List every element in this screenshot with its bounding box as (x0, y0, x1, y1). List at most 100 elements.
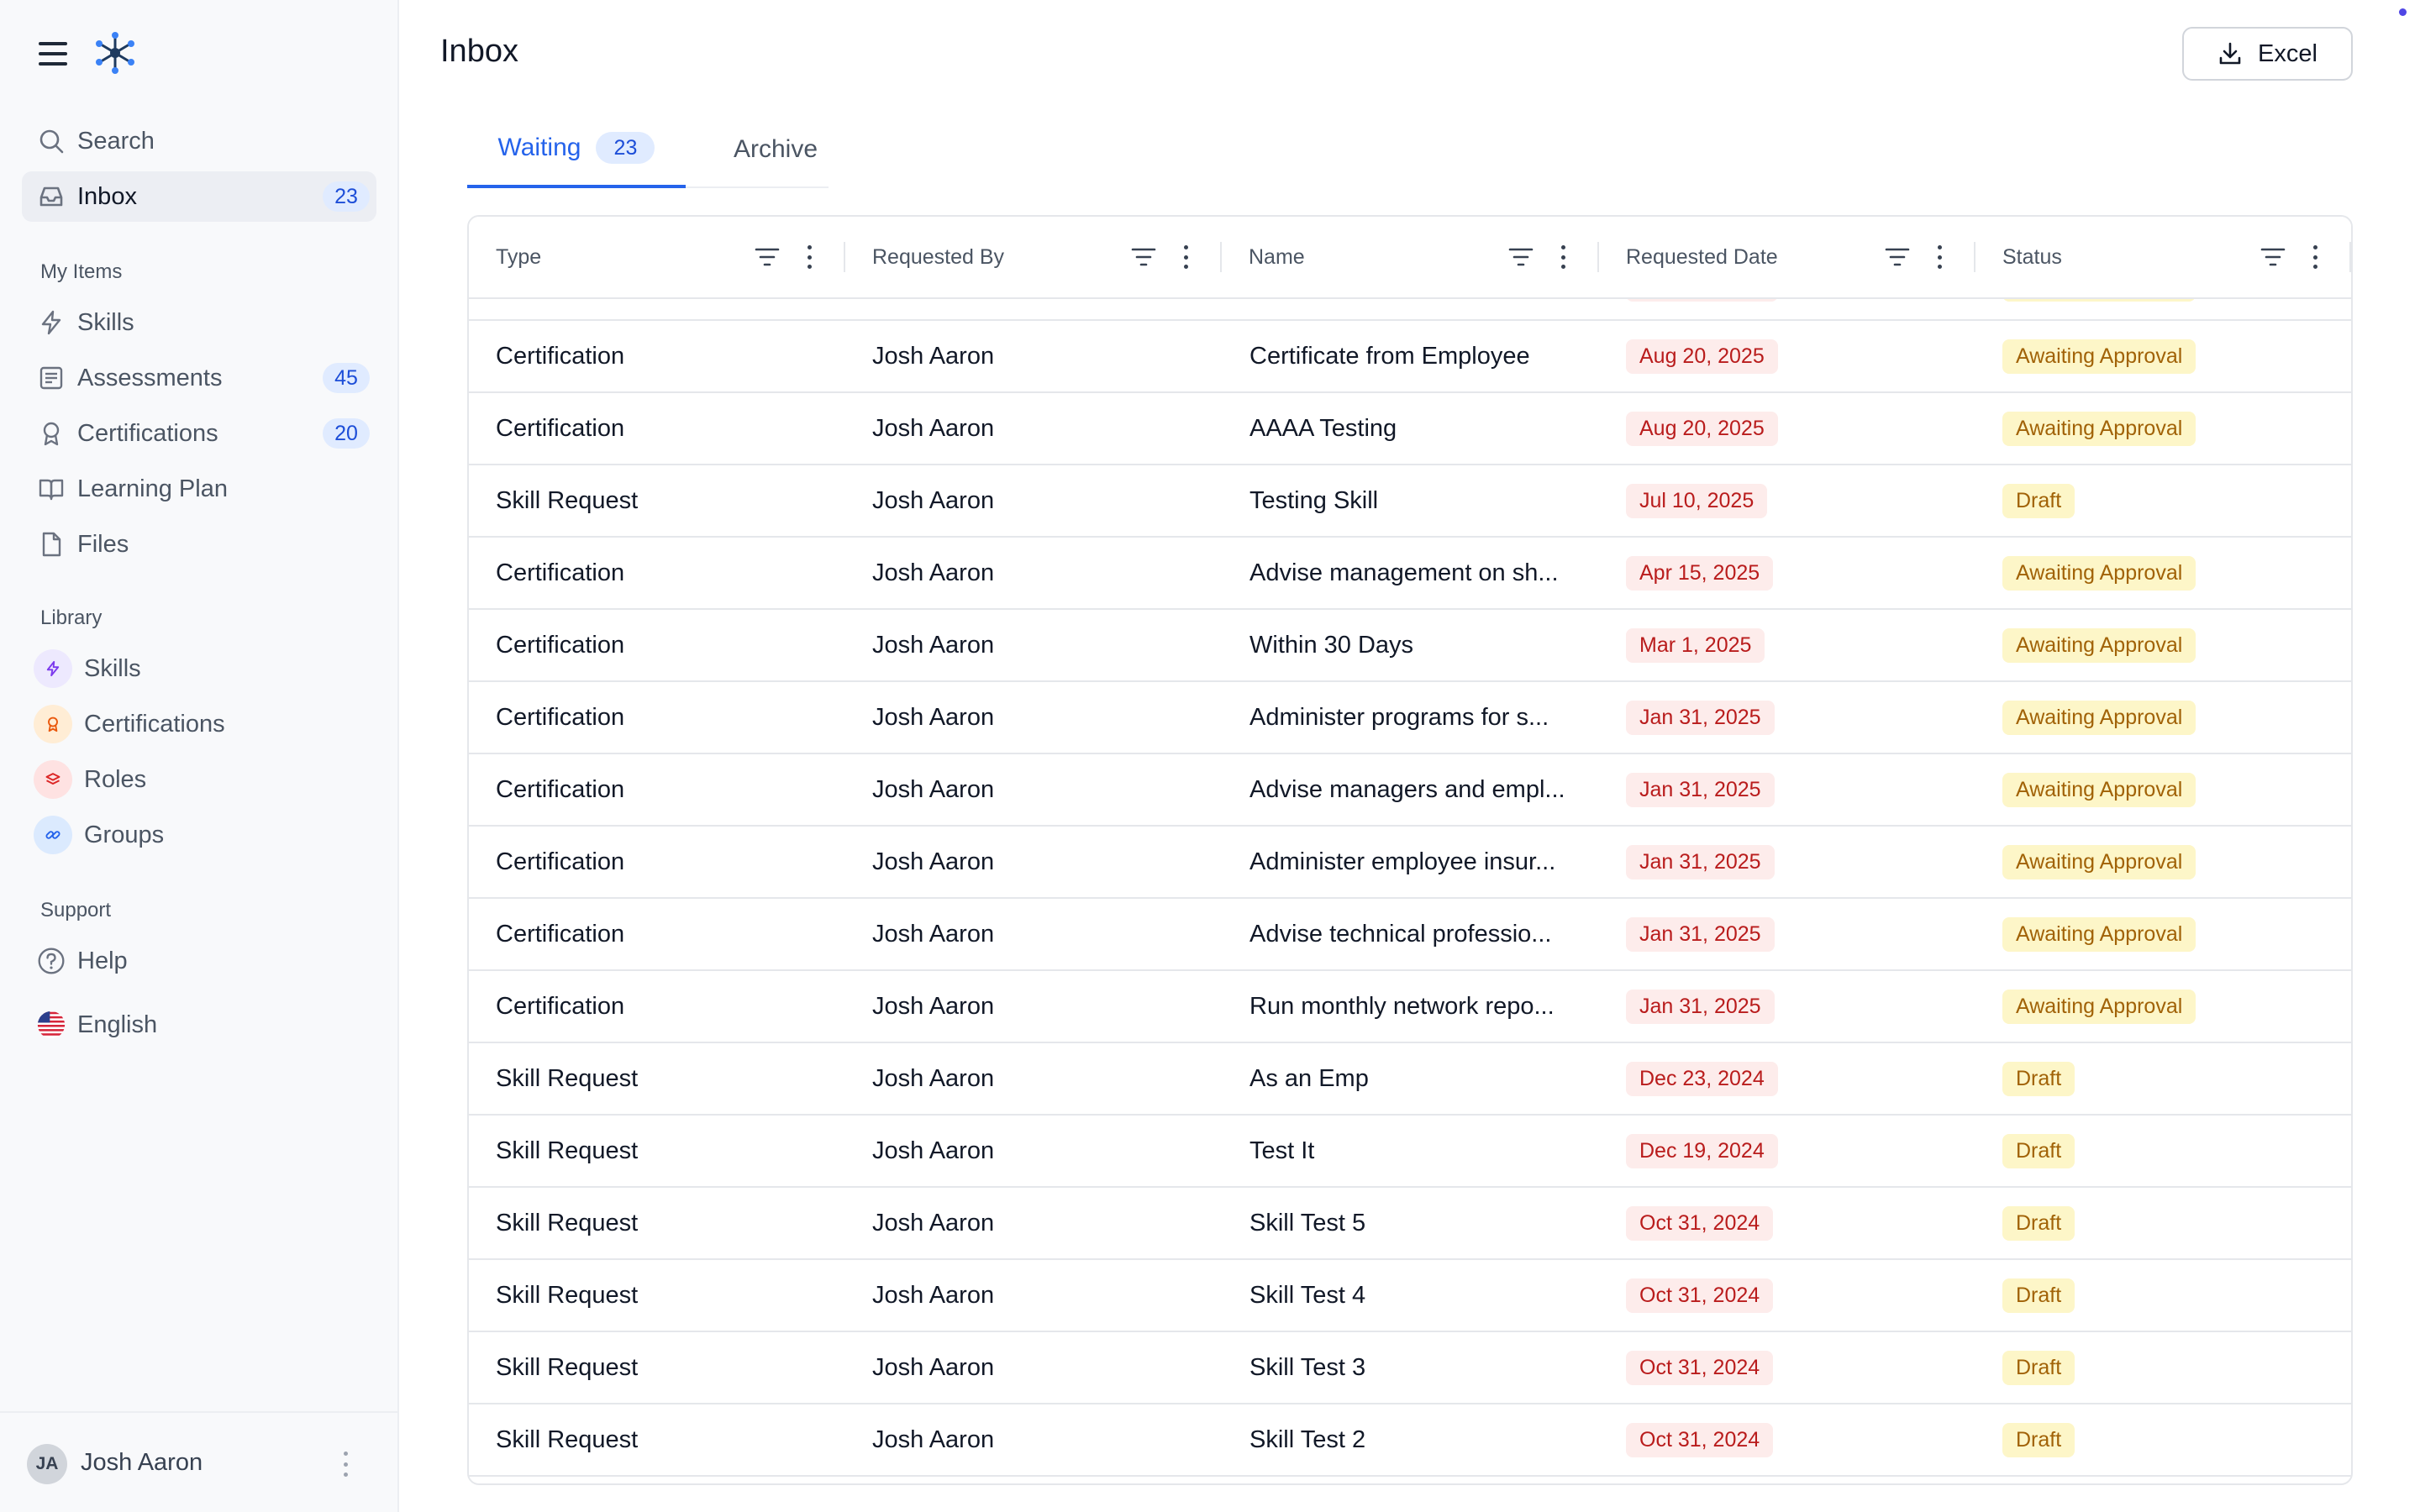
status-badge: Draft (2002, 1422, 2075, 1457)
cell-requested-by: Josh Aaron (872, 1209, 995, 1236)
cell-status: Awaiting Approval (2002, 393, 2196, 464)
sidebar-library-groups[interactable]: Groups (22, 810, 376, 860)
language-selector[interactable]: English (22, 1000, 376, 1050)
status-badge: Awaiting Approval (2002, 555, 2196, 591)
table-row[interactable]: Skill Request Josh Aaron Skill Test 4 Oct 3… (469, 1260, 2351, 1332)
ribbon-award-icon (34, 705, 72, 743)
filter-icon[interactable] (755, 245, 780, 269)
table-row[interactable]: Skill Request Josh Aaron Testing Skill Jul … (469, 465, 2351, 538)
cell-requested-by: Josh Aaron (872, 1064, 995, 1092)
column-resize-handle[interactable] (2349, 242, 2351, 272)
download-icon (2219, 42, 2241, 65)
sidebar-library-certifications[interactable]: Certifications (22, 699, 376, 749)
table-row[interactable]: Skill Request Josh Aaron Skill Test 3 Oct 3… (469, 1332, 2351, 1404)
menu-icon[interactable] (39, 42, 67, 66)
cell-name: Test It (1249, 1137, 1315, 1164)
user-profile-bar[interactable]: JA Josh Aaron (0, 1411, 399, 1512)
date-badge: Jan 31, 2025 (1626, 700, 1775, 735)
column-header-label: Status (2002, 244, 2062, 269)
cell-requested-date: Jan 31, 2025 (1626, 971, 1775, 1042)
sidebar-item-help[interactable]: Help (22, 936, 376, 986)
cell-status: Awaiting Approval (2002, 538, 2196, 608)
date-badge: Jan 31, 2025 (1626, 989, 1775, 1024)
tab-waiting-count-badge: 23 (596, 132, 655, 164)
cell-type: Certification (496, 992, 625, 1020)
cell-name: Run monthly network repo... (1249, 992, 1555, 1020)
table-row[interactable]: Skill Request Josh Aaron As an Emp Dec 23, … (469, 1043, 2351, 1116)
status-badge: Awaiting Approval (2002, 700, 2196, 735)
sidebar-item-files[interactable]: Files (22, 519, 376, 570)
cell-type: Certification (496, 631, 625, 659)
more-vertical-icon[interactable] (339, 1452, 351, 1477)
column-header-label: Requested Date (1626, 244, 1778, 269)
sidebar-item-label: Inbox (77, 182, 137, 210)
filter-icon[interactable] (1131, 245, 1156, 269)
cell-requested-by: Josh Aaron (872, 848, 995, 875)
filter-icon[interactable] (1885, 245, 1910, 269)
tab-archive[interactable]: Archive (723, 111, 829, 188)
status-badge: Awaiting Approval (2002, 411, 2196, 446)
column-header-requested-date[interactable]: Requested Date (1599, 217, 1975, 297)
column-menu-icon[interactable] (1181, 245, 1190, 269)
sidebar-item-learning-plan[interactable]: Learning Plan (22, 464, 376, 514)
column-menu-icon[interactable] (1559, 245, 1567, 269)
sidebar-item-inbox[interactable]: Inbox 23 (22, 171, 376, 222)
column-menu-icon[interactable] (2311, 245, 2319, 269)
cell-status: Draft (2002, 1332, 2075, 1403)
table-row[interactable]: Certification Josh Aaron Within 30 Days Mar… (469, 610, 2351, 682)
sidebar-item-skills[interactable]: Skills (22, 297, 376, 348)
column-menu-icon[interactable] (805, 245, 813, 269)
us-flag-icon (37, 1011, 66, 1039)
cell-status: Draft (2002, 1043, 2075, 1114)
sidebar-library-roles[interactable]: Roles (22, 754, 376, 805)
cell-name: Skill Test 4 (1249, 1281, 1366, 1309)
export-excel-label: Excel (2258, 39, 2317, 67)
column-header-requested-by[interactable]: Requested By (845, 217, 1222, 297)
column-menu-icon[interactable] (1935, 245, 1944, 269)
cell-status: Awaiting Approval (2002, 899, 2196, 969)
table-row[interactable]: Certification Josh Aaron AAAA Testing Aug 2… (469, 393, 2351, 465)
date-badge: Oct 31, 2024 (1626, 1422, 1774, 1457)
section-label-library: Library (40, 606, 103, 629)
filter-icon[interactable] (1508, 245, 1534, 269)
cell-requested-by: Josh Aaron (872, 775, 995, 803)
table-row[interactable]: Certification Josh Aaron Advise managers a… (469, 754, 2351, 827)
sidebar-item-assessments[interactable]: Assessments 45 (22, 353, 376, 403)
table-row[interactable]: Certification Josh Aaron Administer employ… (469, 827, 2351, 899)
table-row[interactable]: Certification Josh Aaron Advise management… (469, 538, 2351, 610)
table-row[interactable]: Certification Josh Aaron Administer progra… (469, 682, 2351, 754)
cell-status: Draft (2002, 1116, 2075, 1186)
table-row[interactable]: Skill Request Josh Aaron Skill Test 5 Oct 3… (469, 1188, 2351, 1260)
export-excel-button[interactable]: Excel (2182, 27, 2353, 81)
sidebar-library-skills[interactable]: Skills (22, 643, 376, 694)
status-badge: Draft (2002, 1061, 2075, 1096)
link-icon (34, 816, 72, 854)
status-badge: Awaiting Approval (2002, 339, 2196, 374)
table-row[interactable]: Certification Josh Aaron Run monthly netwo… (469, 971, 2351, 1043)
tab-waiting[interactable]: Waiting 23 (467, 111, 686, 188)
column-header-name[interactable]: Name (1222, 217, 1599, 297)
lightning-icon (37, 308, 66, 337)
cell-requested-date: Aug 20, 2025 (1626, 321, 1778, 391)
sidebar-item-certifications[interactable]: Certifications 20 (22, 408, 376, 459)
cell-requested-by: Josh Aaron (872, 703, 995, 731)
filter-icon[interactable] (2260, 245, 2286, 269)
status-badge: Awaiting Approval (2002, 772, 2196, 807)
cell-type: Skill Request (496, 1137, 639, 1164)
table-row[interactable]: Skill Request Josh Aaron Skill Test 2 Oct 3… (469, 1404, 2351, 1477)
table-body[interactable]: CertificationJosh AaronJosh's Rock Climb… (469, 249, 2351, 1477)
column-header-status[interactable]: Status (1975, 217, 2351, 297)
date-badge: Jul 10, 2025 (1626, 483, 1768, 518)
cell-name: AAAA Testing (1249, 414, 1397, 442)
table-row[interactable]: Certification Josh Aaron Advise technical … (469, 899, 2351, 971)
sidebar-search[interactable]: Search (22, 116, 376, 166)
assessments-count-badge: 45 (323, 363, 370, 393)
table-row[interactable]: Certification Josh Aaron Certificate from … (469, 321, 2351, 393)
status-badge: Draft (2002, 1133, 2075, 1168)
snowflake-logo-icon[interactable] (91, 29, 139, 77)
sidebar-item-label: Help (77, 947, 128, 974)
date-badge: Oct 31, 2024 (1626, 1278, 1774, 1313)
column-header-type[interactable]: Type (469, 217, 845, 297)
cell-requested-by: Josh Aaron (872, 486, 995, 514)
table-row[interactable]: Skill Request Josh Aaron Test It Dec 19, 20… (469, 1116, 2351, 1188)
